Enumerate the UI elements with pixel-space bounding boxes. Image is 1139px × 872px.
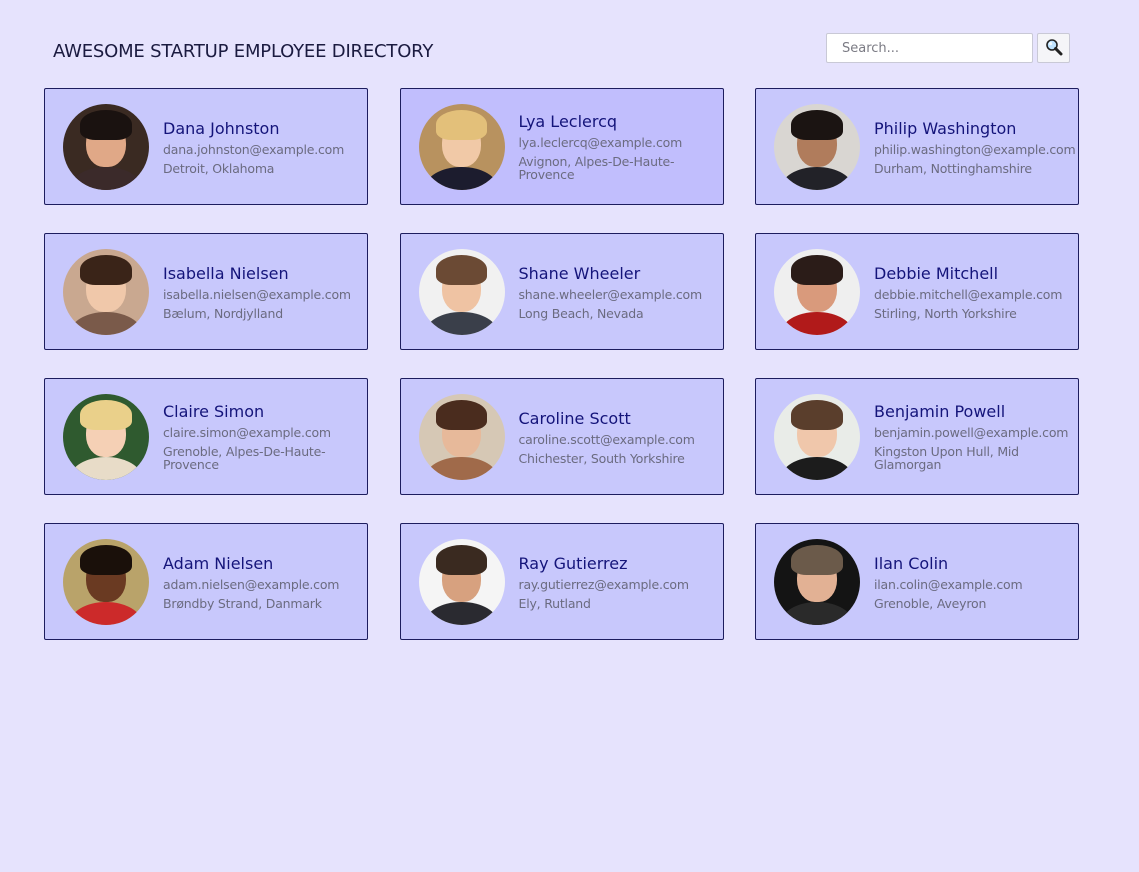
page-title: AWESOME STARTUP EMPLOYEE DIRECTORY	[53, 41, 434, 62]
employee-info: Benjamin Powell benjamin.powell@example.c…	[874, 402, 1078, 471]
employee-name: Shane Wheeler	[518, 263, 641, 283]
employee-avatar	[774, 248, 860, 335]
employee-card[interactable]: Benjamin Powell benjamin.powell@example.c…	[755, 378, 1079, 495]
search-button[interactable]	[1037, 33, 1070, 63]
employee-info: Isabella Nielsen isabella.nielsen@example…	[163, 264, 367, 320]
employee-location: Long Beach, Nevada	[518, 305, 644, 321]
employee-gallery: Dana Johnston dana.johnston@example.com De…	[44, 88, 1079, 640]
employee-avatar	[63, 538, 149, 625]
employee-email: claire.simon@example.com	[163, 425, 331, 440]
employee-avatar	[63, 248, 149, 335]
employee-card[interactable]: Lya Leclercq lya.leclercq@example.com Avig…	[399, 88, 724, 205]
employee-name: Ray Gutierrez	[518, 553, 628, 573]
employee-name: Philip Washington	[874, 118, 1017, 138]
employee-location: Bælum, Nordjylland	[163, 305, 283, 321]
employee-card[interactable]: Claire Simon claire.simon@example.com Gren…	[44, 378, 368, 495]
employee-info: Ilan Colin ilan.colin@example.com Grenoble…	[874, 554, 1078, 610]
employee-avatar	[774, 393, 860, 480]
employee-card[interactable]: Ray Gutierrez ray.gutierrez@example.com El…	[399, 523, 724, 640]
employee-avatar	[418, 393, 505, 480]
employee-email: shane.wheeler@example.com	[518, 286, 703, 302]
employee-email: benjamin.powell@example.com	[874, 425, 1069, 440]
employee-name: Adam Nielsen	[163, 553, 274, 573]
employee-info: Caroline Scott caroline.scott@example.com…	[519, 409, 723, 465]
employee-avatar	[774, 538, 860, 625]
employee-name: Claire Simon	[163, 402, 265, 421]
employee-location: Detroit, Oklahoma	[163, 160, 275, 176]
employee-card[interactable]: Philip Washington philip.washington@examp…	[755, 88, 1079, 205]
employee-name: Ilan Colin	[874, 553, 949, 573]
employee-info: Claire Simon claire.simon@example.com Gren…	[163, 402, 367, 471]
employee-avatar	[63, 103, 149, 190]
employee-info: Shane Wheeler shane.wheeler@example.com Lo…	[519, 264, 723, 320]
employee-info: Lya Leclercq lya.leclercq@example.com Avig…	[519, 112, 723, 181]
search-bar	[826, 33, 1070, 63]
employee-email: isabella.nielsen@example.com	[163, 286, 351, 302]
employee-info: Ray Gutierrez ray.gutierrez@example.com El…	[519, 554, 723, 610]
employee-location: Ely, Rutland	[518, 595, 591, 611]
employee-info: Dana Johnston dana.johnston@example.com De…	[163, 119, 367, 175]
employee-card[interactable]: Ilan Colin ilan.colin@example.com Grenoble…	[755, 523, 1079, 640]
employee-email: ilan.colin@example.com	[874, 576, 1023, 592]
employee-name: Benjamin Powell	[874, 402, 1006, 421]
employee-location: Brøndby Strand, Danmark	[163, 595, 322, 611]
employee-name: Lya Leclercq	[518, 112, 618, 131]
employee-name: Isabella Nielsen	[163, 263, 289, 283]
employee-email: lya.leclercq@example.com	[518, 135, 683, 150]
employee-info: Philip Washington philip.washington@examp…	[874, 119, 1078, 175]
employee-info: Debbie Mitchell debbie.mitchell@example.c…	[874, 264, 1078, 320]
employee-location: Grenoble, Alpes-De-Haute-Provence	[163, 444, 326, 472]
employee-location: Grenoble, Aveyron	[874, 595, 987, 611]
employee-location: Avignon, Alpes-De-Haute-Provence	[518, 154, 675, 182]
employee-email: caroline.scott@example.com	[518, 431, 695, 447]
employee-email: adam.nielsen@example.com	[163, 576, 340, 592]
employee-email: debbie.mitchell@example.com	[874, 286, 1063, 302]
employee-email: philip.washington@example.com	[874, 141, 1076, 157]
employee-location: Chichester, South Yorkshire	[518, 450, 685, 466]
employee-avatar	[418, 103, 505, 190]
employee-avatar	[418, 248, 505, 335]
employee-card[interactable]: Isabella Nielsen isabella.nielsen@example…	[44, 233, 368, 350]
employee-avatar	[418, 538, 505, 625]
employee-location: Kingston Upon Hull, Mid Glamorgan	[874, 444, 1019, 472]
employee-info: Adam Nielsen adam.nielsen@example.com Brøn…	[163, 554, 367, 610]
magnifier-icon	[1045, 38, 1063, 59]
employee-name: Caroline Scott	[518, 408, 631, 428]
search-input[interactable]	[826, 33, 1033, 63]
employee-location: Durham, Nottinghamshire	[874, 160, 1032, 176]
employee-email: dana.johnston@example.com	[163, 141, 345, 157]
employee-card[interactable]: Shane Wheeler shane.wheeler@example.com Lo…	[399, 233, 724, 350]
employee-avatar	[774, 103, 860, 190]
employee-card[interactable]: Debbie Mitchell debbie.mitchell@example.c…	[755, 233, 1079, 350]
employee-avatar	[63, 393, 149, 480]
employee-name: Dana Johnston	[163, 118, 280, 138]
employee-card[interactable]: Dana Johnston dana.johnston@example.com De…	[44, 88, 368, 205]
employee-location: Stirling, North Yorkshire	[874, 305, 1017, 321]
employee-card[interactable]: Caroline Scott caroline.scott@example.com…	[399, 378, 724, 495]
employee-email: ray.gutierrez@example.com	[518, 576, 690, 592]
employee-name: Debbie Mitchell	[874, 263, 999, 283]
employee-card[interactable]: Adam Nielsen adam.nielsen@example.com Brøn…	[44, 523, 368, 640]
